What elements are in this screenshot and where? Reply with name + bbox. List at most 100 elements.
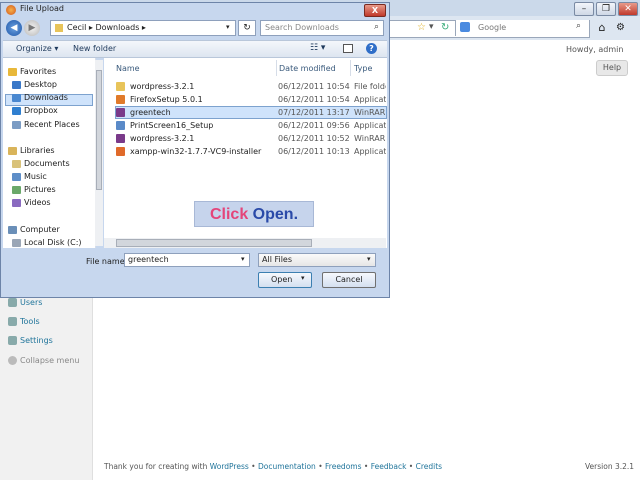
- filename-input[interactable]: greentech: [124, 253, 250, 267]
- organize-button[interactable]: Organize ▾: [16, 44, 58, 53]
- file-name: wordpress-3.2.1: [130, 82, 195, 91]
- preview-pane-icon[interactable]: [343, 44, 353, 53]
- forward-button[interactable]: ▶: [24, 20, 40, 36]
- search-icon[interactable]: ⌕: [576, 21, 581, 31]
- dialog-close-button[interactable]: X: [364, 4, 386, 17]
- tree-item-label: Music: [24, 172, 47, 181]
- search-downloads-input[interactable]: Search Downloads: [260, 20, 384, 36]
- help-button[interactable]: Help: [596, 60, 628, 76]
- file-row[interactable]: wordpress-3.2.1 06/12/2011 10:54 File fold…: [116, 81, 386, 93]
- new-folder-button[interactable]: New folder: [73, 44, 116, 53]
- freedoms-link[interactable]: Freedoms: [325, 462, 361, 471]
- tree-item[interactable]: Dropbox: [12, 105, 58, 117]
- settings-icon: [8, 336, 17, 345]
- file-type: Application: [354, 95, 386, 104]
- firefox-icon: [6, 5, 16, 15]
- tree-item[interactable]: Computer: [8, 224, 60, 236]
- path-dropdown-icon[interactable]: ▾: [226, 23, 230, 31]
- credits-link[interactable]: Credits: [416, 462, 442, 471]
- sidebar-item-settings[interactable]: Settings: [8, 334, 53, 348]
- tree-item-label: Desktop: [24, 80, 57, 89]
- tree-item-label: Favorites: [20, 67, 57, 76]
- file-date: 06/12/2011 09:56: [278, 121, 350, 130]
- refresh-icon[interactable]: ↻: [238, 20, 256, 36]
- file-type: Application: [354, 121, 386, 130]
- file-list-scrollbar[interactable]: [104, 238, 386, 248]
- file-date: 06/12/2011 10:13: [278, 147, 350, 156]
- file-icon: [116, 121, 125, 130]
- column-date-modified[interactable]: Date modified: [279, 64, 336, 73]
- home-icon[interactable]: ⌂: [594, 20, 610, 36]
- settings-icon[interactable]: ⚙: [616, 22, 625, 33]
- tree-item-label: Recent Places: [24, 120, 80, 129]
- file-name: FirefoxSetup 5.0.1: [130, 95, 203, 104]
- search-icon[interactable]: ⌕: [374, 22, 379, 32]
- tree-item[interactable]: Local Disk (C:): [12, 237, 82, 249]
- file-row[interactable]: wordpress-3.2.1 06/12/2011 10:52 WinRAR ZI…: [116, 133, 386, 145]
- chevron-down-icon[interactable]: ▾: [241, 255, 245, 263]
- folder-icon: [8, 225, 17, 234]
- folder-icon: [12, 120, 21, 129]
- wp-footer: Thank you for creating with WordPress • …: [104, 462, 443, 471]
- dialog-toolbar: [3, 40, 387, 58]
- chevron-down-icon[interactable]: ▾: [367, 255, 371, 263]
- column-name[interactable]: Name: [116, 64, 140, 73]
- file-row[interactable]: FirefoxSetup 5.0.1 06/12/2011 10:54 Applic…: [116, 94, 386, 106]
- scroll-thumb[interactable]: [96, 70, 102, 190]
- tree-item-label: Computer: [20, 225, 60, 234]
- column-divider[interactable]: [350, 60, 351, 76]
- tree-item[interactable]: Desktop: [12, 79, 57, 91]
- column-type[interactable]: Type: [354, 64, 372, 73]
- column-divider[interactable]: [276, 60, 277, 76]
- google-icon: [460, 22, 470, 32]
- file-name: wordpress-3.2.1: [130, 134, 195, 143]
- tree-item[interactable]: Downloads: [12, 92, 68, 104]
- sidebar-item-collapse[interactable]: Collapse menu: [8, 354, 79, 368]
- dialog-title: File Upload: [20, 4, 64, 13]
- cancel-button[interactable]: Cancel: [322, 272, 376, 288]
- nav-pane-scrollbar[interactable]: [95, 60, 103, 246]
- tree-item[interactable]: Recent Places: [12, 119, 80, 131]
- file-date: 06/12/2011 10:52: [278, 134, 350, 143]
- path-breadcrumb[interactable]: Cecil ▸ Downloads ▸: [50, 20, 236, 36]
- instruction-callout: Click Open.: [194, 201, 314, 227]
- sidebar-item-users[interactable]: Users: [8, 296, 42, 310]
- folder-icon: [8, 146, 17, 155]
- tree-item[interactable]: Pictures: [12, 184, 56, 196]
- file-row[interactable]: greentech 07/12/2011 13:17 WinRAR ZIP: [116, 107, 386, 119]
- tree-item[interactable]: Libraries: [8, 145, 55, 157]
- file-row[interactable]: xampp-win32-1.7.7-VC9-installer 06/12/201…: [116, 146, 386, 158]
- back-button[interactable]: ◀: [6, 20, 22, 36]
- file-icon: [116, 82, 125, 91]
- tree-item-label: Dropbox: [24, 106, 58, 115]
- browser-search-box[interactable]: Google ⌕: [455, 20, 589, 36]
- browser-search-text: Google: [478, 23, 507, 32]
- tree-item-label: Pictures: [24, 185, 56, 194]
- file-type-select[interactable]: All Files: [258, 253, 376, 267]
- tree-item-label: Documents: [24, 159, 70, 168]
- file-row[interactable]: PrintScreen16_Setup 06/12/2011 09:56 Appli…: [116, 120, 386, 132]
- sidebar-item-tools[interactable]: Tools: [8, 315, 40, 329]
- view-options-icon[interactable]: ☷ ▾: [310, 43, 325, 53]
- filename-label: File name:: [86, 257, 128, 266]
- star-icon[interactable]: ☆: [417, 22, 426, 33]
- folder-icon: [12, 172, 21, 181]
- file-icon: [116, 147, 125, 156]
- dropdown-icon[interactable]: ▾: [429, 22, 434, 32]
- tree-item[interactable]: Music: [12, 171, 47, 183]
- tree-item[interactable]: Videos: [12, 197, 51, 209]
- wordpress-link[interactable]: WordPress: [210, 462, 249, 471]
- tree-item[interactable]: Favorites: [8, 66, 56, 78]
- documentation-link[interactable]: Documentation: [258, 462, 316, 471]
- file-icon: [116, 95, 125, 104]
- reload-icon[interactable]: ↻: [441, 22, 449, 33]
- minimize-button[interactable]: –: [574, 2, 594, 16]
- tree-item[interactable]: Documents: [12, 158, 70, 170]
- browser-close-button[interactable]: ✕: [618, 2, 638, 16]
- feedback-link[interactable]: Feedback: [371, 462, 407, 471]
- howdy-user[interactable]: Howdy, admin: [566, 45, 623, 54]
- help-icon[interactable]: ?: [366, 43, 377, 54]
- scroll-thumb[interactable]: [116, 239, 312, 247]
- open-dropdown-icon[interactable]: ▾: [301, 274, 305, 282]
- maximize-button[interactable]: ❐: [596, 2, 616, 16]
